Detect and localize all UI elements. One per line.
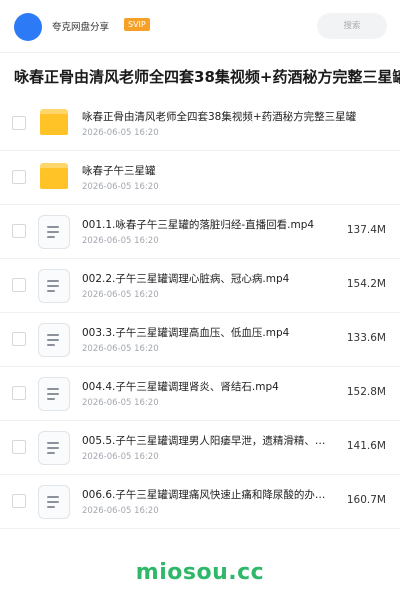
file-name: 002.2.子午三星罐调理心脏病、冠心病.mp4 bbox=[82, 273, 290, 285]
file-name: 004.4.子午三星罐调理肾炎、肾结石.mp4 bbox=[82, 381, 279, 393]
list-item[interactable]: 003.3.子午三星罐调理高血压、低血压.mp4 2026-06-05 16:20… bbox=[0, 313, 400, 367]
document-icon bbox=[38, 485, 70, 519]
file-date: 2026-06-05 16:20 bbox=[82, 128, 159, 138]
search-input[interactable]: 搜索 bbox=[317, 13, 387, 39]
document-icon bbox=[38, 269, 70, 303]
file-date: 2026-06-05 16:20 bbox=[82, 290, 159, 300]
avatar[interactable] bbox=[14, 13, 42, 41]
checkbox[interactable] bbox=[12, 386, 26, 400]
file-name: 咏春正骨由清风老师全四套38集视频+药酒秘方完整三星罐 bbox=[82, 111, 357, 123]
checkbox[interactable] bbox=[12, 224, 26, 238]
file-date: 2026-06-05 16:20 bbox=[82, 182, 159, 192]
list-item[interactable]: 005.5.子午三星罐调理男人阳痿早泄，遗精滑精、… 2026-06-05 16:… bbox=[0, 421, 400, 475]
file-size: 137.4M bbox=[346, 224, 386, 236]
checkbox[interactable] bbox=[12, 170, 26, 184]
list-item[interactable]: 004.4.子午三星罐调理肾炎、肾结石.mp4 2026-06-05 16:20 1… bbox=[0, 367, 400, 421]
file-size: 160.7M bbox=[346, 494, 386, 506]
list-item[interactable]: 咏春子午三星罐 2026-06-05 16:20 bbox=[0, 151, 400, 205]
file-date: 2026-06-05 16:20 bbox=[82, 344, 159, 354]
file-name: 006.6.子午三星罐调理痛风快速止痛和降尿酸的办… bbox=[82, 489, 326, 501]
document-icon bbox=[38, 431, 70, 465]
checkbox[interactable] bbox=[12, 494, 26, 508]
svip-badge: SVIP bbox=[124, 18, 150, 31]
file-size: 141.6M bbox=[346, 440, 386, 452]
list-item[interactable]: 001.1.咏春子午三星罐的落脏归经-直播回看.mp4 2026-06-05 16… bbox=[0, 205, 400, 259]
file-name: 005.5.子午三星罐调理男人阳痿早泄，遗精滑精、… bbox=[82, 435, 326, 447]
folder-icon bbox=[40, 163, 68, 189]
file-size: 152.8M bbox=[346, 386, 386, 398]
document-icon bbox=[38, 323, 70, 357]
checkbox[interactable] bbox=[12, 278, 26, 292]
file-date: 2026-06-05 16:20 bbox=[82, 236, 159, 246]
app-name: 夸克网盘分享 bbox=[52, 22, 110, 33]
list-item[interactable]: 006.6.子午三星罐调理痛风快速止痛和降尿酸的办… 2026-06-05 16:… bbox=[0, 475, 400, 529]
document-icon bbox=[38, 215, 70, 249]
file-name: 003.3.子午三星罐调理高血压、低血压.mp4 bbox=[82, 327, 290, 339]
file-date: 2026-06-05 16:20 bbox=[82, 452, 159, 462]
footer-watermark: miosou.cc bbox=[135, 560, 265, 585]
document-icon bbox=[38, 377, 70, 411]
file-size: 133.6M bbox=[346, 332, 386, 344]
checkbox[interactable] bbox=[12, 116, 26, 130]
file-list: 咏春正骨由清风老师全四套38集视频+药酒秘方完整三星罐 2026-06-05 16… bbox=[0, 97, 400, 529]
list-item[interactable]: 002.2.子午三星罐调理心脏病、冠心病.mp4 2026-06-05 16:20… bbox=[0, 259, 400, 313]
title-bar: 咏春正骨由清风老师全四套38集视频+药酒秘方完整三星罐 bbox=[0, 52, 400, 98]
file-name: 咏春子午三星罐 bbox=[82, 165, 156, 177]
file-date: 2026-06-05 16:20 bbox=[82, 398, 159, 408]
file-name: 001.1.咏春子午三星罐的落脏归经-直播回看.mp4 bbox=[82, 219, 315, 231]
list-item[interactable]: 咏春正骨由清风老师全四套38集视频+药酒秘方完整三星罐 2026-06-05 16… bbox=[0, 97, 400, 151]
page-title: 咏春正骨由清风老师全四套38集视频+药酒秘方完整三星罐 bbox=[14, 68, 400, 86]
checkbox[interactable] bbox=[12, 440, 26, 454]
file-size: 154.2M bbox=[346, 278, 386, 290]
checkbox[interactable] bbox=[12, 332, 26, 346]
folder-icon bbox=[40, 109, 68, 135]
app-header: 夸克网盘分享 SVIP 搜索 bbox=[0, 0, 400, 52]
file-date: 2026-06-05 16:20 bbox=[82, 506, 159, 516]
